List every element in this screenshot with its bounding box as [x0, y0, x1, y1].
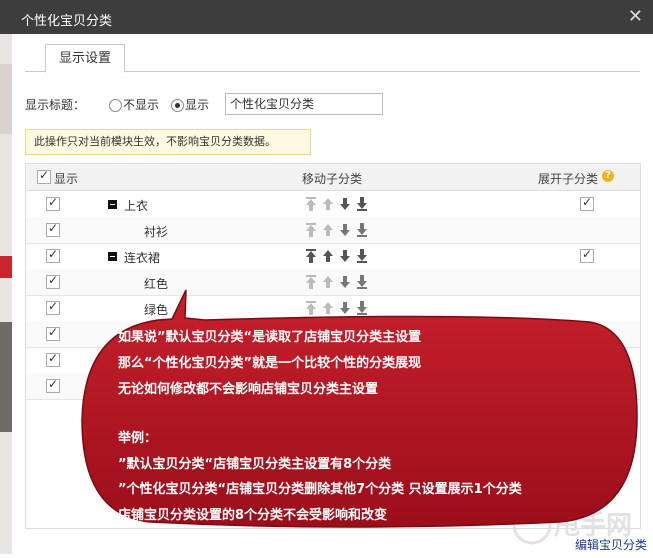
move-down-icon[interactable]: [339, 275, 351, 289]
row-show-checkbox[interactable]: [46, 195, 60, 211]
row-expand-checkbox[interactable]: [580, 247, 594, 263]
row-category-name: 绿色: [144, 303, 169, 317]
move-down-icon[interactable]: [339, 223, 351, 237]
display-title-label: 显示标题：: [25, 98, 86, 112]
radio-show[interactable]: [171, 99, 184, 112]
collapse-icon[interactable]: [108, 252, 117, 261]
row-show-checkbox[interactable]: [46, 325, 60, 341]
row-move-controls: [305, 275, 385, 289]
row-category-name: 连衣裙: [124, 251, 161, 265]
row-show-checkbox[interactable]: [46, 377, 60, 393]
close-icon[interactable]: ✕: [628, 6, 643, 27]
move-up-icon[interactable]: [322, 249, 334, 263]
notice-message: 此操作只对当前模块生效，不影响宝贝分类数据。: [25, 129, 311, 155]
move-bottom-icon[interactable]: [356, 275, 368, 289]
table-row: 衬衫: [26, 217, 640, 244]
row-show-checkbox[interactable]: [46, 221, 60, 237]
row-category-name: 上衣: [124, 199, 149, 213]
move-down-icon[interactable]: [339, 301, 351, 315]
move-up-icon[interactable]: [322, 301, 334, 315]
col-expand-header: 展开子分类: [538, 172, 599, 186]
row-move-controls: [305, 249, 385, 263]
row-category-name: 衬衫: [144, 225, 169, 239]
background-block: [0, 64, 12, 134]
dialog-title: 个性化宝贝分类: [21, 14, 113, 29]
radio-hide[interactable]: [109, 99, 122, 112]
dialog-titlebar: 个性化宝贝分类 ✕: [0, 0, 653, 34]
annotation-line: ”默认宝贝分类“店铺宝贝分类主设置有8个分类: [118, 457, 392, 472]
title-input[interactable]: [225, 93, 383, 115]
collapse-icon[interactable]: [108, 200, 117, 209]
annotation-line: 如果说”默认宝贝分类“是读取了店铺宝贝分类主设置: [118, 330, 422, 345]
move-top-icon[interactable]: [305, 249, 317, 263]
move-bottom-icon[interactable]: [356, 301, 368, 315]
col-show-header: 显示: [54, 172, 79, 186]
table-row: 红色: [26, 269, 640, 296]
radio-show-label: 显示: [185, 98, 210, 112]
row-move-controls: [305, 197, 385, 211]
table-row: 上衣: [26, 191, 640, 218]
table-row: 连衣裙: [26, 243, 640, 270]
annotation-line: 无论如何修改都不会影响店铺宝贝分类主设置: [118, 382, 379, 397]
annotation-line: 举例：: [118, 431, 158, 446]
row-category-name: 红色: [144, 277, 169, 291]
annotation-line: 那么“个性化宝贝分类”就是一个比较个性的分类展现: [118, 356, 422, 371]
watermark-text: 甩手网: [554, 511, 632, 541]
table-header: 显示 移动子分类 展开子分类 ?: [26, 164, 640, 191]
row-show-checkbox[interactable]: [46, 273, 60, 289]
col-move-header: 移动子分类: [302, 172, 363, 186]
category-table: 显示 移动子分类 展开子分类 ? 上衣衬衫连衣裙红色绿色: [25, 163, 641, 529]
watermark-logo: 甩手网: [510, 500, 650, 550]
move-up-icon[interactable]: [322, 223, 334, 237]
background-page: [0, 34, 12, 554]
move-up-icon[interactable]: [322, 275, 334, 289]
move-bottom-icon[interactable]: [356, 249, 368, 263]
row-move-controls: [305, 301, 385, 315]
background-block: [0, 256, 12, 278]
row-expand-checkbox[interactable]: [580, 195, 594, 211]
select-all-checkbox[interactable]: [37, 168, 51, 184]
move-down-icon[interactable]: [339, 197, 351, 211]
row-show-checkbox[interactable]: [46, 299, 60, 315]
table-row: 绿色: [26, 295, 640, 322]
radio-hide-label: 不显示: [123, 98, 160, 112]
move-down-icon[interactable]: [339, 249, 351, 263]
row-move-controls: [305, 223, 385, 237]
tab-bar: 显示设置: [25, 44, 640, 73]
row-show-checkbox[interactable]: [46, 247, 60, 263]
move-top-icon[interactable]: [305, 197, 317, 211]
move-up-icon[interactable]: [322, 197, 334, 211]
row-show-checkbox[interactable]: [46, 351, 60, 367]
annotation-line: ”个性化宝贝分类“店铺宝贝分类删除其他7个分类 只设置展示1个分类: [118, 482, 522, 497]
move-top-icon[interactable]: [305, 275, 317, 289]
move-bottom-icon[interactable]: [356, 197, 368, 211]
tab-display-settings[interactable]: 显示设置: [45, 44, 125, 73]
annotation-line: 店铺宝贝分类设置的8个分类不会受影响和改变: [118, 508, 388, 523]
move-top-icon[interactable]: [305, 301, 317, 315]
background-block: [0, 322, 12, 432]
help-icon[interactable]: ?: [602, 170, 614, 182]
move-bottom-icon[interactable]: [356, 223, 368, 237]
move-top-icon[interactable]: [305, 223, 317, 237]
